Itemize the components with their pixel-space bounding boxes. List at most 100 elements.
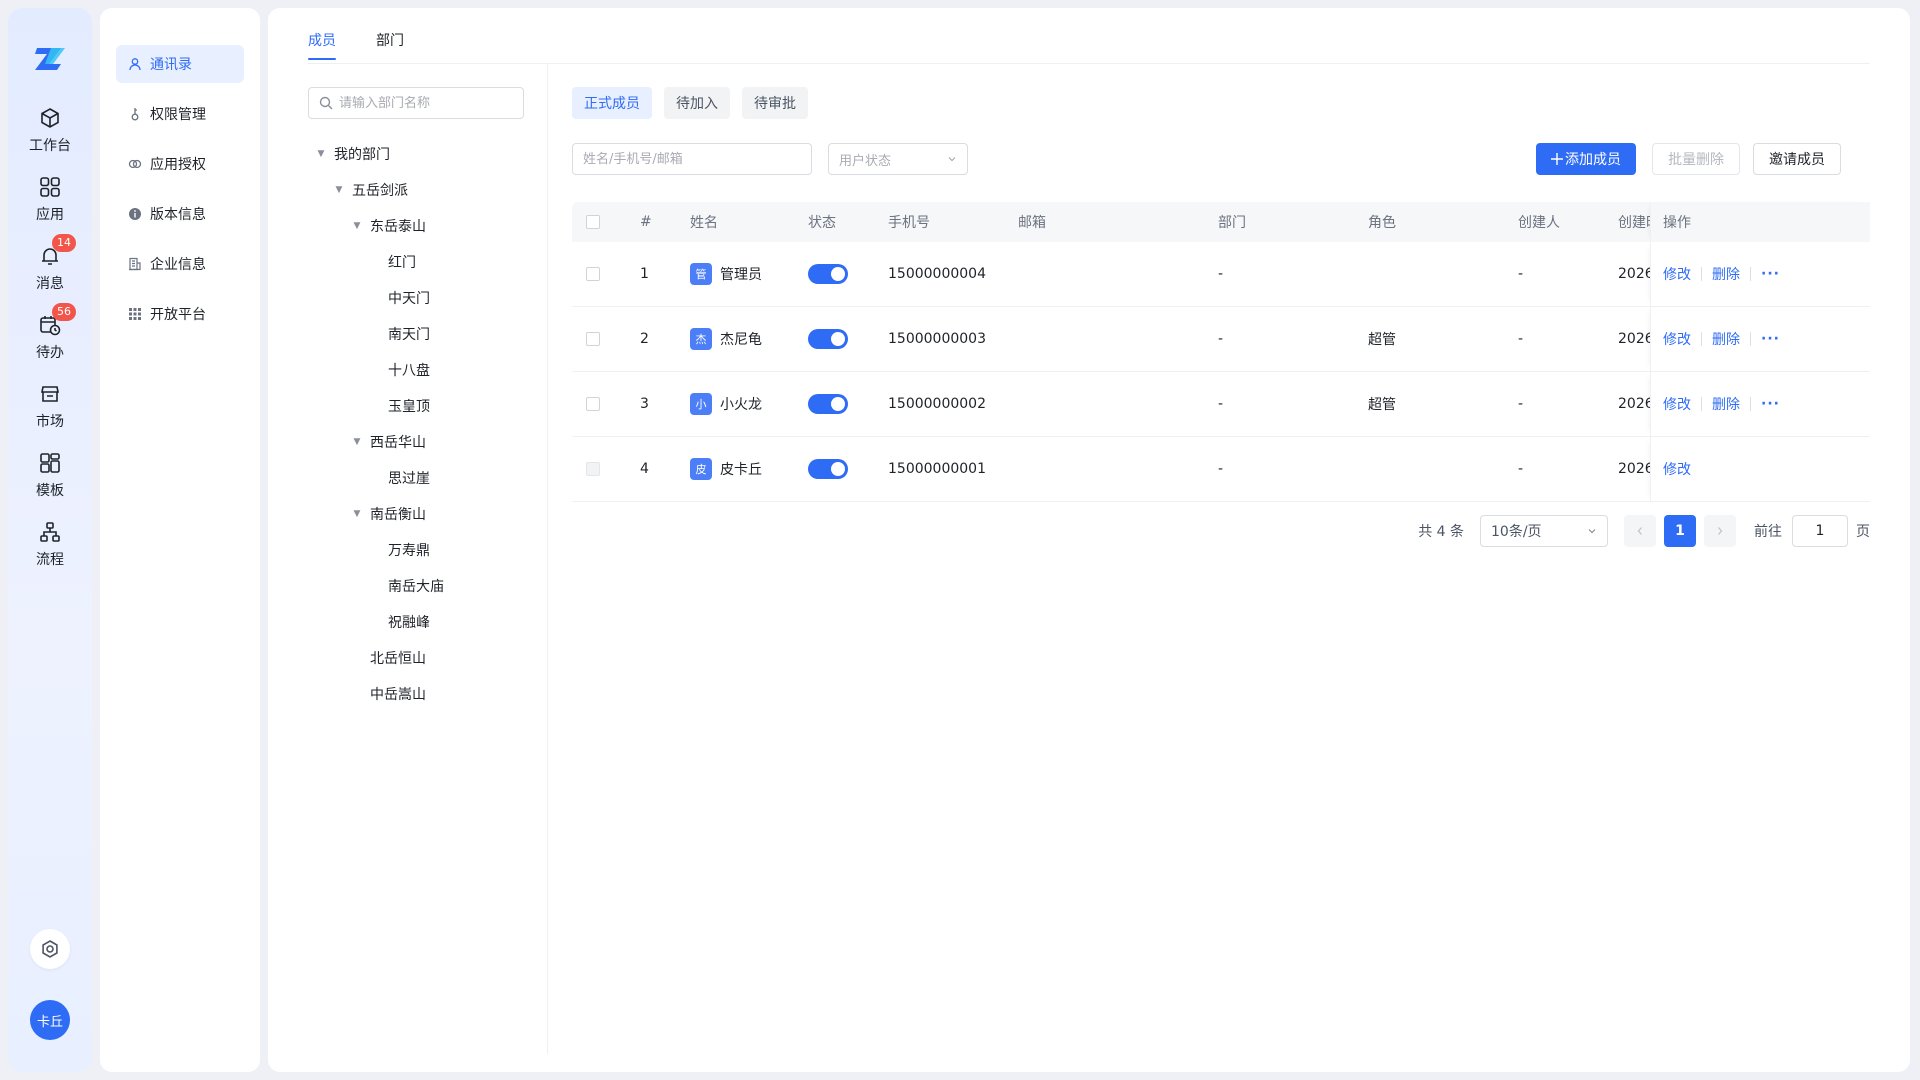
dept-search[interactable] bbox=[308, 87, 524, 119]
invite-member-button[interactable]: 邀请成员 bbox=[1753, 143, 1841, 175]
dept-tree-node[interactable]: ▼ 南岳衡山 bbox=[308, 496, 538, 532]
page-size-select[interactable]: 10条/页 bbox=[1480, 515, 1608, 547]
rail-item-messages[interactable]: 14 消息 bbox=[8, 234, 92, 293]
dept-tree-node[interactable]: ▼南天门 bbox=[308, 316, 538, 352]
dept-tree-node[interactable]: ▼中天门 bbox=[308, 280, 538, 316]
user-icon bbox=[128, 57, 142, 71]
settings-button[interactable] bbox=[30, 929, 70, 969]
next-page-button[interactable] bbox=[1704, 515, 1736, 547]
row-checkbox[interactable] bbox=[586, 267, 600, 281]
edit-link[interactable]: 修改 bbox=[1663, 459, 1691, 479]
caret-down-icon[interactable]: ▼ bbox=[312, 145, 330, 163]
rail-item-label: 消息 bbox=[36, 276, 64, 292]
status-toggle[interactable] bbox=[808, 264, 848, 284]
dept-tree-node[interactable]: ▼祝融峰 bbox=[308, 604, 538, 640]
subnav-item-version[interactable]: 版本信息 bbox=[116, 195, 244, 233]
col-ops-label: 操作 bbox=[1663, 215, 1691, 231]
user-avatar[interactable]: 卡丘 bbox=[30, 1000, 70, 1040]
tab-departments[interactable]: 部门 bbox=[376, 30, 404, 60]
page-1-button[interactable]: 1 bbox=[1664, 515, 1696, 547]
chevron-right-icon bbox=[1718, 527, 1723, 535]
row-select-cell bbox=[586, 437, 600, 501]
rail-item-label: 工作台 bbox=[29, 138, 71, 154]
more-icon[interactable]: ··· bbox=[1761, 266, 1780, 282]
dept-tree-node[interactable]: ▼玉皇顶 bbox=[308, 388, 538, 424]
segment-pending-approval[interactable]: 待审批 bbox=[742, 87, 808, 119]
rail-item-label: 市场 bbox=[36, 414, 64, 430]
rail-item-todo[interactable]: 56 待办 bbox=[8, 303, 92, 362]
status-toggle[interactable] bbox=[808, 459, 848, 479]
caret-down-icon[interactable]: ▼ bbox=[348, 217, 366, 235]
row-select-cell bbox=[586, 307, 600, 371]
caret-down-icon[interactable]: ▼ bbox=[348, 433, 366, 451]
avatar: 管 bbox=[690, 263, 712, 285]
cell-name: 杰 杰尼龟 bbox=[690, 307, 762, 371]
col-dept: 部门 bbox=[1218, 215, 1246, 231]
dept-search-input[interactable] bbox=[339, 95, 509, 111]
delete-link[interactable]: 删除 bbox=[1712, 394, 1740, 414]
caret-down-icon[interactable]: ▼ bbox=[330, 181, 348, 199]
row-checkbox[interactable] bbox=[586, 397, 600, 411]
more-icon[interactable]: ··· bbox=[1761, 396, 1780, 412]
subnav-item-permissions[interactable]: 权限管理 bbox=[116, 95, 244, 133]
table-row: 3 小 小火龙 15000000002 - 超管 - 2026 修改 删除 ··… bbox=[572, 372, 1870, 437]
secondary-nav: 通讯录 权限管理 应用授权 版本信息 企业信息 开放平台 bbox=[100, 8, 260, 1072]
edit-link[interactable]: 修改 bbox=[1663, 329, 1691, 349]
member-search-input[interactable] bbox=[572, 143, 812, 175]
dept-tree-node[interactable]: ▼ 五岳剑派 bbox=[308, 172, 538, 208]
dept-tree-label: 南岳大庙 bbox=[388, 579, 444, 595]
subnav-item-company[interactable]: 企业信息 bbox=[116, 245, 244, 283]
rail-item-market[interactable]: 市场 bbox=[8, 380, 92, 431]
caret-down-icon[interactable]: ▼ bbox=[348, 505, 366, 523]
subnav-item-contacts[interactable]: 通讯录 bbox=[116, 45, 244, 83]
dept-tree-node[interactable]: ▼思过崖 bbox=[308, 460, 538, 496]
op-divider bbox=[1701, 397, 1702, 411]
cell-index: 3 bbox=[640, 396, 649, 412]
dept-tree-label: 祝融峰 bbox=[388, 615, 430, 631]
segment-formal-members[interactable]: 正式成员 bbox=[572, 87, 652, 119]
dept-tree-node[interactable]: ▼南岳大庙 bbox=[308, 568, 538, 604]
batch-delete-button[interactable]: 批量删除 bbox=[1652, 143, 1740, 175]
panel-divider bbox=[547, 64, 548, 1054]
delete-link[interactable]: 删除 bbox=[1712, 264, 1740, 284]
tab-members[interactable]: 成员 bbox=[308, 30, 336, 60]
dept-tree-label: 万寿鼎 bbox=[388, 543, 430, 559]
select-all-cell bbox=[586, 202, 600, 242]
cell-phone: 15000000004 bbox=[888, 266, 986, 282]
gear-icon bbox=[42, 940, 58, 958]
col-status: 状态 bbox=[808, 215, 836, 231]
delete-link[interactable]: 删除 bbox=[1712, 329, 1740, 349]
dept-tree-node[interactable]: ▼ 东岳泰山 bbox=[308, 208, 538, 244]
goto-page-input[interactable] bbox=[1792, 515, 1848, 547]
subnav-item-label: 权限管理 bbox=[150, 107, 206, 123]
rail-item-flow[interactable]: 流程 bbox=[8, 518, 92, 569]
dept-tree-node[interactable]: ▼中岳嵩山 bbox=[308, 676, 538, 712]
dept-tree-node[interactable]: ▼北岳恒山 bbox=[308, 640, 538, 676]
edit-link[interactable]: 修改 bbox=[1663, 394, 1691, 414]
subnav-item-open-platform[interactable]: 开放平台 bbox=[116, 295, 244, 333]
select-all-checkbox[interactable] bbox=[586, 215, 600, 229]
cell-role: 超管 bbox=[1368, 332, 1396, 348]
rail-item-apps[interactable]: 应用 bbox=[8, 173, 92, 224]
dept-tree-node[interactable]: ▼红门 bbox=[308, 244, 538, 280]
edit-link[interactable]: 修改 bbox=[1663, 264, 1691, 284]
dept-tree-node[interactable]: ▼ 我的部门 bbox=[308, 136, 538, 172]
app-logo-icon[interactable] bbox=[27, 36, 73, 82]
page-size-value: 10条/页 bbox=[1491, 524, 1542, 540]
rail-item-templates[interactable]: 模板 bbox=[8, 449, 92, 500]
prev-page-button[interactable] bbox=[1624, 515, 1656, 547]
dept-tree-node[interactable]: ▼十八盘 bbox=[308, 352, 538, 388]
row-checkbox[interactable] bbox=[586, 332, 600, 346]
subnav-item-app-auth[interactable]: 应用授权 bbox=[116, 145, 244, 183]
more-icon[interactable]: ··· bbox=[1761, 331, 1780, 347]
dept-tree-node[interactable]: ▼万寿鼎 bbox=[308, 532, 538, 568]
status-toggle[interactable] bbox=[808, 329, 848, 349]
user-status-select[interactable]: 用户状态 bbox=[828, 143, 968, 175]
cell-name: 管 管理员 bbox=[690, 242, 762, 306]
rail-item-workbench[interactable]: 工作台 bbox=[8, 104, 92, 155]
status-toggle[interactable] bbox=[808, 394, 848, 414]
flow-icon bbox=[36, 518, 64, 546]
add-member-button[interactable]: 添加成员 bbox=[1536, 143, 1636, 175]
dept-tree-node[interactable]: ▼ 西岳华山 bbox=[308, 424, 538, 460]
segment-pending-join[interactable]: 待加入 bbox=[664, 87, 730, 119]
